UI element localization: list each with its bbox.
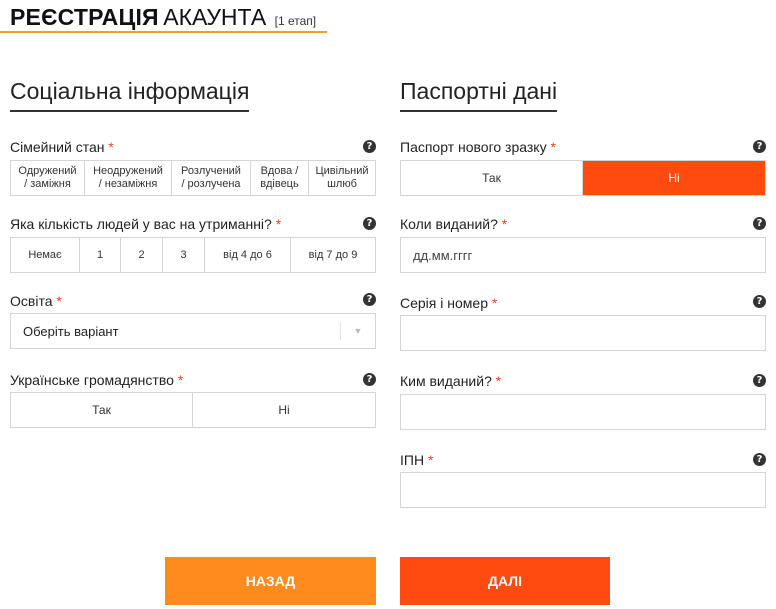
marital-status-label: Сімейний стан * xyxy=(10,139,114,155)
help-icon[interactable]: ? xyxy=(363,140,376,153)
help-icon[interactable]: ? xyxy=(363,293,376,306)
passport-type-label: Паспорт нового зразку * xyxy=(400,139,556,155)
help-icon[interactable]: ? xyxy=(363,373,376,386)
issue-date-label-text: Коли виданий? xyxy=(400,216,498,232)
passport-title-underline xyxy=(400,110,558,112)
citizenship-option-yes[interactable]: Так xyxy=(11,393,193,427)
social-section-title-text: Соціальна інформація xyxy=(10,78,250,104)
passport-section-title: Паспортні дані xyxy=(400,78,558,112)
page-title-bold: РЕЄСТРАЦІЯ xyxy=(10,4,159,30)
page-header: РЕЄСТРАЦІЯ АКАУНТА [1 етап] xyxy=(10,4,316,32)
required-mark: * xyxy=(56,293,62,309)
issue-date-input[interactable]: дд.мм.гггг xyxy=(400,237,766,273)
citizenship-label: Українське громадянство * xyxy=(10,372,183,388)
dependents-option-4-6[interactable]: від 4 до 6 xyxy=(205,238,291,272)
required-mark: * xyxy=(550,139,556,155)
required-mark: * xyxy=(108,139,114,155)
page-title-rest: АКАУНТА xyxy=(163,4,267,30)
issue-date-label: Коли виданий? * xyxy=(400,216,507,232)
help-icon[interactable]: ? xyxy=(753,374,766,387)
next-button[interactable]: ДАЛІ xyxy=(400,557,610,605)
help-icon[interactable]: ? xyxy=(363,217,376,230)
required-mark: * xyxy=(275,216,282,232)
issue-date-placeholder: дд.мм.гггг xyxy=(413,247,473,263)
help-icon[interactable]: ? xyxy=(753,140,766,153)
marital-option-civil[interactable]: Цивільний шлюб xyxy=(309,161,375,195)
ipn-label-text: ІПН xyxy=(400,452,425,468)
marital-status-selector: Одружений / заміжня Неодружений / незаміжн… xyxy=(10,160,376,196)
required-mark: * xyxy=(491,295,498,311)
dependents-option-1[interactable]: 1 xyxy=(80,238,121,272)
dependents-selector: Немає 1 2 3 від 4 до 6 від 7 до 9 xyxy=(10,237,376,273)
help-icon[interactable]: ? xyxy=(753,295,766,308)
education-label-text: Освіта xyxy=(10,293,53,309)
help-icon[interactable]: ? xyxy=(753,217,766,230)
passport-type-label-text: Паспорт нового зразку xyxy=(400,139,547,155)
required-mark: * xyxy=(501,216,508,232)
social-section-title: Соціальна інформація xyxy=(10,78,250,112)
social-title-underline xyxy=(10,110,250,112)
dependents-option-2[interactable]: 2 xyxy=(121,238,163,272)
marital-option-married[interactable]: Одружений / заміжня xyxy=(11,161,85,195)
dependents-option-7-9[interactable]: від 7 до 9 xyxy=(291,238,375,272)
education-select-value: Оберіть варіант xyxy=(23,323,119,339)
marital-option-single[interactable]: Неодружений / незаміжня xyxy=(85,161,172,195)
dependents-option-none[interactable]: Немає xyxy=(11,238,80,272)
ipn-label: ІПН * xyxy=(400,452,433,468)
required-mark: * xyxy=(495,373,502,389)
caret-down-icon: ▼ xyxy=(340,322,375,340)
citizenship-option-no[interactable]: Ні xyxy=(193,393,375,427)
required-mark: * xyxy=(427,452,434,468)
ipn-input[interactable] xyxy=(400,472,766,508)
passport-type-selector: Так Ні xyxy=(400,160,766,196)
citizenship-selector: Так Ні xyxy=(10,392,376,428)
marital-option-widowed[interactable]: Вдова / вдівець xyxy=(251,161,309,195)
step-indicator: [1 етап] xyxy=(274,14,317,28)
back-button[interactable]: НАЗАД xyxy=(165,557,376,605)
passport-section-title-text: Паспортні дані xyxy=(400,78,558,104)
passport-type-option-no[interactable]: Ні xyxy=(583,161,765,195)
dependents-option-3[interactable]: 3 xyxy=(163,238,205,272)
help-icon[interactable]: ? xyxy=(753,453,766,466)
marital-status-label-text: Сімейний стан xyxy=(10,139,105,155)
citizenship-label-text: Українське громадянство xyxy=(10,372,174,388)
issued-by-label-text: Ким виданий? xyxy=(400,373,492,389)
series-number-label: Серія і номер * xyxy=(400,295,497,311)
education-label: Освіта * xyxy=(10,293,62,309)
header-underline xyxy=(0,31,327,33)
passport-type-option-yes[interactable]: Так xyxy=(401,161,583,195)
required-mark: * xyxy=(177,372,184,388)
issued-by-input[interactable] xyxy=(400,394,766,430)
dependents-label: Яка кількість людей у вас на утриманні? … xyxy=(10,216,281,232)
series-number-label-text: Серія і номер xyxy=(400,295,488,311)
series-number-input[interactable] xyxy=(400,315,766,351)
issued-by-label: Ким виданий? * xyxy=(400,373,501,389)
education-select[interactable]: Оберіть варіант ▼ xyxy=(10,313,376,349)
dependents-label-text: Яка кількість людей у вас на утриманні? xyxy=(10,216,272,232)
marital-option-divorced[interactable]: Розлучений / розлучена xyxy=(172,161,251,195)
